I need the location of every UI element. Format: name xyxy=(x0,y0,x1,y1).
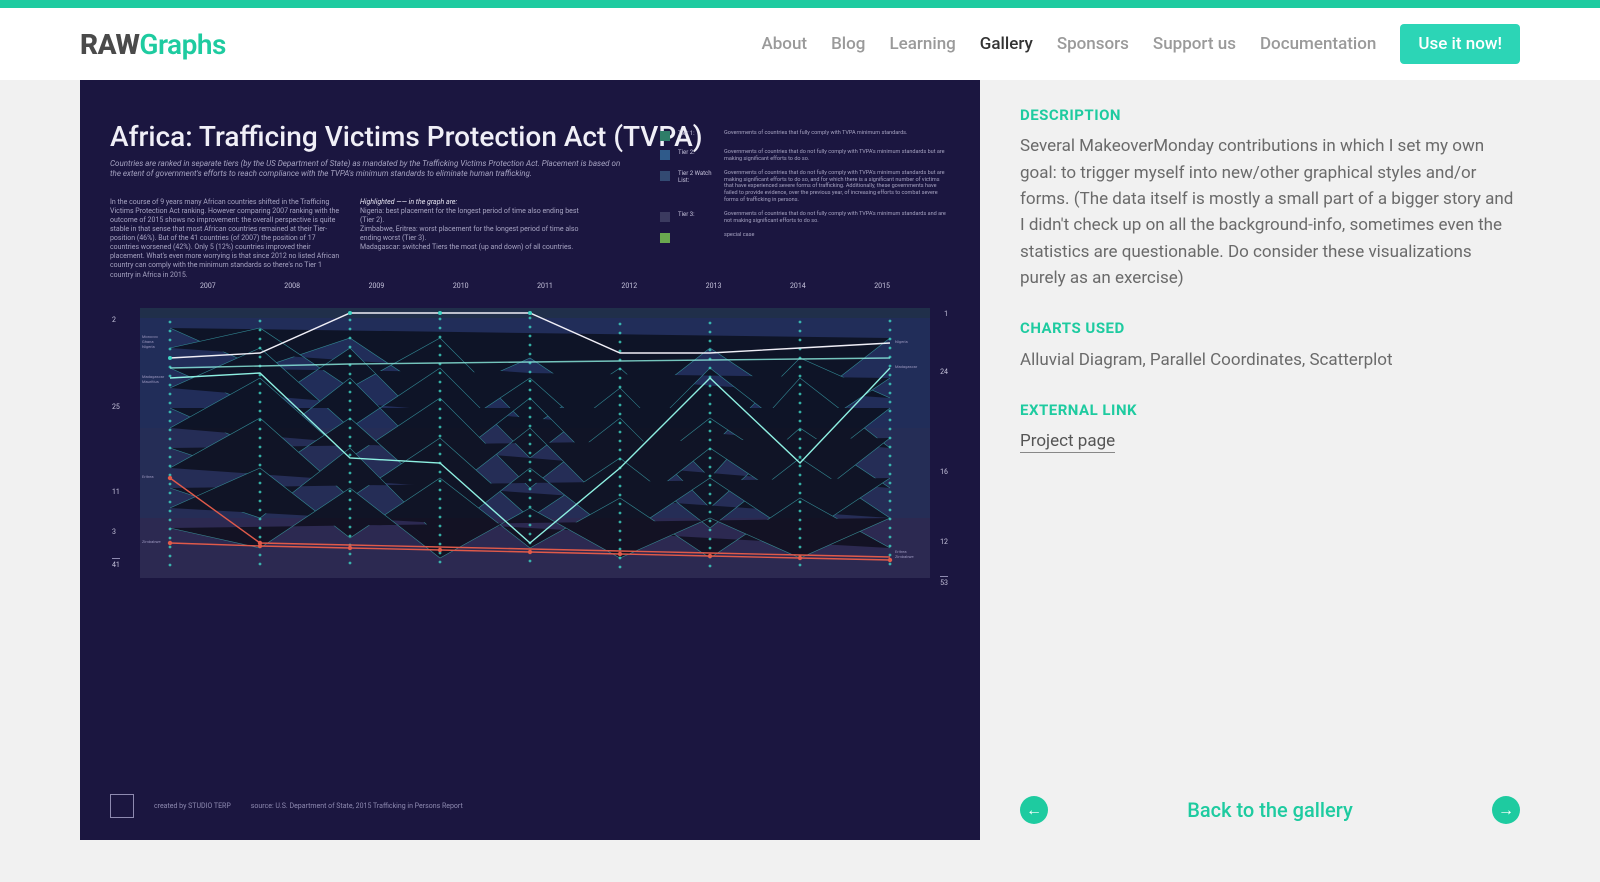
legend-label: Tier 2 Watch List: xyxy=(678,170,716,184)
external-link-heading: EXTERNAL LINK xyxy=(1020,399,1520,422)
legend-row-tier2: Tier 2: Governments of countries that do… xyxy=(660,149,950,162)
credit-source: source: U.S. Department of State, 2015 T… xyxy=(251,802,463,810)
site-header: RAWGraphs About Blog Learning Gallery Sp… xyxy=(0,8,1600,80)
legend-label: Tier 1: xyxy=(678,130,716,137)
axis-right-tier3: 12 xyxy=(940,538,948,546)
next-arrow-icon[interactable]: → xyxy=(1492,796,1520,824)
legend-swatch xyxy=(660,171,670,181)
svg-text:Mauritius: Mauritius xyxy=(142,379,159,384)
viz-paragraph-1: In the course of 9 years many African co… xyxy=(110,198,340,280)
tier-legend: Tier 1: Governments of countries that fu… xyxy=(660,130,950,251)
year-label: 2011 xyxy=(537,282,553,290)
legend-desc: special case xyxy=(724,232,950,239)
chart-svg: MoroccoGhanaNigeria MadagascarMauritius … xyxy=(110,308,950,588)
description-text: Several MakeoverMonday contributions in … xyxy=(1020,133,1520,291)
description-block: DESCRIPTION Several MakeoverMonday contr… xyxy=(1020,104,1520,291)
year-label: 2013 xyxy=(706,282,722,290)
year-label: 2008 xyxy=(284,282,300,290)
viz-credits: created by STUDIO TERP source: U.S. Depa… xyxy=(110,794,950,818)
top-accent-bar xyxy=(0,0,1600,8)
project-page-link[interactable]: Project page xyxy=(1020,431,1115,453)
svg-text:Nigeria: Nigeria xyxy=(142,344,155,349)
nav-gallery[interactable]: Gallery xyxy=(980,34,1033,54)
axis-right-tier2: 24 xyxy=(940,368,948,376)
svg-text:Madagascar: Madagascar xyxy=(895,364,918,369)
year-label: 2010 xyxy=(453,282,469,290)
year-label: 2012 xyxy=(621,282,637,290)
credit-author: created by STUDIO TERP xyxy=(154,802,231,810)
legend-swatch xyxy=(660,233,670,243)
axis-right-tier2wl: 16 xyxy=(940,468,948,476)
nav-support[interactable]: Support us xyxy=(1153,34,1236,54)
external-link-block: EXTERNAL LINK Project page xyxy=(1020,399,1520,455)
nav-sponsors[interactable]: Sponsors xyxy=(1057,34,1129,54)
legend-desc: Governments of countries that do not ful… xyxy=(724,211,950,224)
viz-highlight-lines: Nigeria: best placement for the longest … xyxy=(360,207,579,251)
nav-cta-button[interactable]: Use it now! xyxy=(1400,24,1520,64)
charts-used-heading: CHARTS USED xyxy=(1020,317,1520,340)
year-label: 2007 xyxy=(200,282,216,290)
year-label: 2014 xyxy=(790,282,806,290)
gallery-footer-nav: ← Back to the gallery → xyxy=(1020,795,1520,826)
legend-row-tier2wl: Tier 2 Watch List: Governments of countr… xyxy=(660,170,950,203)
chart-year-axis: 2007 2008 2009 2010 2011 2012 2013 2014 … xyxy=(200,282,890,290)
legend-label: Tier 3: xyxy=(678,211,716,218)
charts-used-block: CHARTS USED Alluvial Diagram, Parallel C… xyxy=(1020,317,1520,373)
axis-left-tier1: 2 xyxy=(112,316,116,324)
brand-logo[interactable]: RAWGraphs xyxy=(80,28,226,61)
legend-swatch xyxy=(660,150,670,160)
nav-about[interactable]: About xyxy=(761,34,807,54)
charts-used-text: Alluvial Diagram, Parallel Coordinates, … xyxy=(1020,347,1520,373)
visualization-panel: Africa: Trafficing Victims Protection Ac… xyxy=(80,80,980,840)
legend-desc: Governments of countries that do not ful… xyxy=(724,170,950,203)
axis-right-tier1: 1 xyxy=(944,310,948,318)
main-content: Africa: Trafficing Victims Protection Ac… xyxy=(0,80,1600,880)
main-nav: About Blog Learning Gallery Sponsors Sup… xyxy=(761,24,1520,64)
legend-row-special: special case xyxy=(660,232,950,243)
brand-part2: Graphs xyxy=(139,28,226,61)
parallel-coordinates-chart: 2 25 11 3 41 1 24 16 12 53 xyxy=(110,308,950,588)
viz-paragraph-2: Highlighted —— in the graph are: Nigeria… xyxy=(360,198,590,280)
viz-highlight-lead: Highlighted —— in the graph are: xyxy=(360,198,457,206)
brand-part1: RAW xyxy=(80,28,139,61)
prev-arrow-icon[interactable]: ← xyxy=(1020,796,1048,824)
axis-right-total: 53 xyxy=(940,576,948,587)
legend-row-tier3: Tier 3: Governments of countries that do… xyxy=(660,211,950,224)
nav-blog[interactable]: Blog xyxy=(831,34,865,54)
axis-left-tier2: 25 xyxy=(112,403,120,411)
viz-subtitle: Countries are ranked in separate tiers (… xyxy=(110,159,630,180)
svg-text:Nigeria: Nigeria xyxy=(895,339,908,344)
studio-logo-icon xyxy=(110,794,134,818)
legend-label: Tier 2: xyxy=(678,149,716,156)
axis-left-tier3: 3 xyxy=(112,528,116,536)
nav-documentation[interactable]: Documentation xyxy=(1260,34,1376,54)
svg-text:Zimbabwe: Zimbabwe xyxy=(895,554,914,559)
svg-text:Eritrea: Eritrea xyxy=(895,549,907,554)
legend-desc: Governments of countries that do not ful… xyxy=(724,149,950,162)
details-sidebar: DESCRIPTION Several MakeoverMonday contr… xyxy=(1020,80,1520,840)
back-to-gallery-link[interactable]: Back to the gallery xyxy=(1187,795,1353,826)
legend-desc: Governments of countries that fully comp… xyxy=(724,130,950,137)
svg-text:Eritrea: Eritrea xyxy=(142,474,154,479)
legend-swatch xyxy=(660,131,670,141)
year-label: 2009 xyxy=(369,282,385,290)
year-label: 2015 xyxy=(874,282,890,290)
axis-left-total: 41 xyxy=(112,558,120,569)
description-heading: DESCRIPTION xyxy=(1020,104,1520,127)
svg-text:Zimbabwe: Zimbabwe xyxy=(142,539,161,544)
nav-learning[interactable]: Learning xyxy=(889,34,955,54)
legend-row-tier1: Tier 1: Governments of countries that fu… xyxy=(660,130,950,141)
axis-left-tier2wl: 11 xyxy=(112,488,120,496)
legend-swatch xyxy=(660,212,670,222)
